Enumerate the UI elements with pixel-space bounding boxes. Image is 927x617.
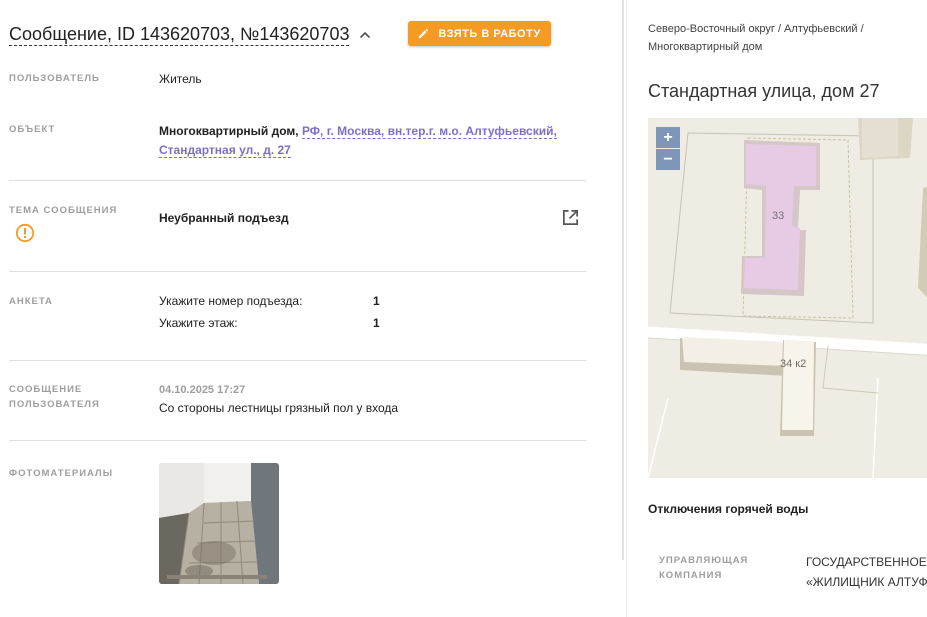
header: Сообщение, ID 143620703, №143620703 [9,20,373,50]
pencil-icon [419,28,429,39]
management-company-label: УПРАВЛЯЮЩАЯ КОМПАНИЯ [659,555,749,581]
message-label-line: СООБЩЕНИЕ [9,384,83,395]
chevron-up-icon[interactable] [357,27,373,43]
zoom-out-button[interactable]: − [656,149,680,170]
message-label-line: ПОЛЬЗОВАТЕЛЯ [9,399,100,410]
survey-label: АНКЕТА [9,296,53,307]
topic-label: ТЕМА СООБЩЕНИЯ [9,205,118,216]
photos-label: ФОТОМАТЕРИАЛЫ [9,468,114,479]
take-to-work-label: ВЗЯТЬ В РАБОТУ [438,27,541,40]
page-title[interactable]: Сообщение, ID 143620703, №143620703 [9,24,350,46]
object-label: ОБЪЕКТ [9,124,56,135]
map-building-label: 34 к2 [780,358,807,370]
divider [9,180,586,181]
map-building-label: 33 [772,210,785,222]
survey-question: Укажите номер подъезда: [159,294,303,308]
divider [9,360,586,361]
object-value: Многоквартирный дом, РФ, г. Москва, вн.т… [159,122,559,160]
management-company-line: ГОСУДАРСТВЕННОЕ [806,555,927,569]
hot-water-title: Отключения горячей воды [648,502,809,516]
divider [9,271,586,272]
management-company-value: ГОСУДАРСТВЕННОЕ «ЖИЛИЩНИК АЛТУФ [806,552,927,592]
survey-question: Укажите этаж: [159,316,238,330]
breadcrumb: Северо-Восточный округ / Алтуфьевский / … [648,23,864,53]
object-panel: Северо-Восточный округ / Алтуфьевский / … [626,0,927,617]
map[interactable]: + − 33 34 к2 [648,118,927,478]
message-text: Со стороны лестницы грязный пол у входа [159,401,399,415]
object-type: Многоквартирный дом, [159,124,299,138]
message-panel: Сообщение, ID 143620703, №143620703 ВЗЯТ… [0,0,622,617]
map-zoom-controls: + − [656,127,680,170]
photo-thumbnail[interactable] [159,463,279,584]
panel-divider [622,0,624,560]
warning-icon [15,223,35,243]
map-canvas [648,118,927,478]
take-to-work-button[interactable]: ВЗЯТЬ В РАБОТУ [408,21,551,46]
survey-answer: 1 [373,316,380,330]
photo-image [159,463,279,584]
message-date: 04.10.2025 17:27 [159,384,246,396]
message-label: СООБЩЕНИЕ ПОЛЬЗОВАТЕЛЯ [9,382,100,412]
survey-answer: 1 [373,294,380,308]
user-label: ПОЛЬЗОВАТЕЛЬ [9,73,100,84]
divider [9,440,586,441]
open-external-icon[interactable] [561,208,580,227]
zoom-in-button[interactable]: + [656,127,680,148]
management-company-line: «ЖИЛИЩНИК АЛТУФ [806,575,927,589]
topic-value: Неубранный подъезд [159,211,289,225]
object-address-title: Стандартная улица, дом 27 [648,81,880,101]
user-value: Житель [159,72,202,86]
